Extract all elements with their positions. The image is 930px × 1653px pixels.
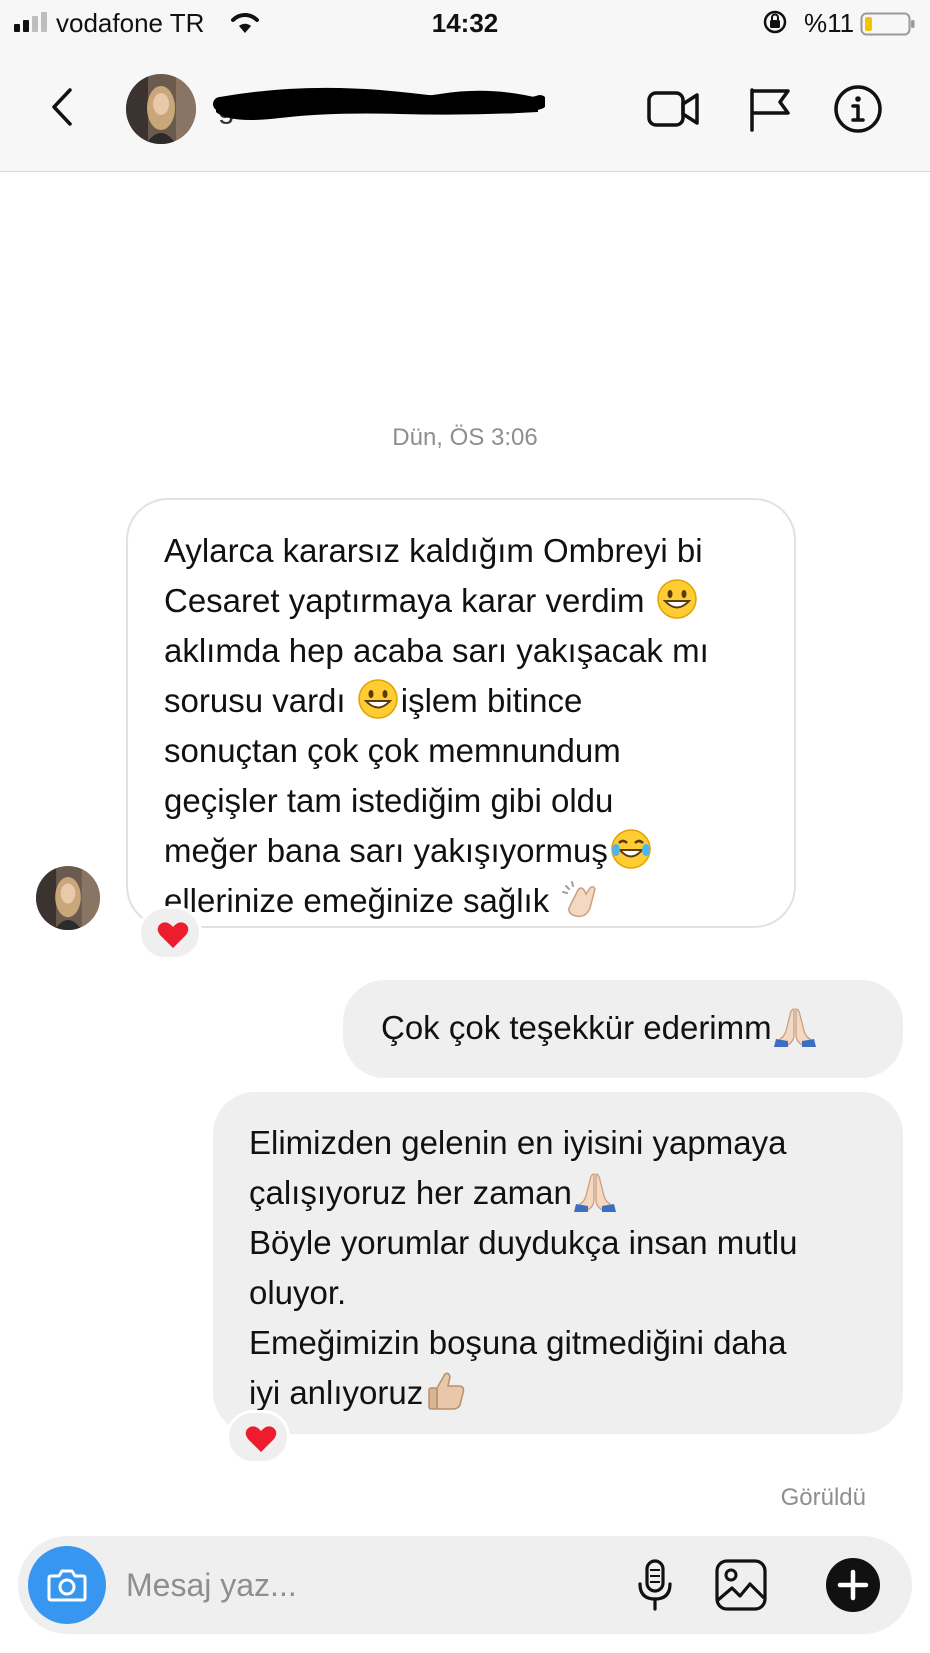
- flag-icon[interactable]: [742, 84, 798, 134]
- thumbs-up-icon: [428, 1372, 465, 1410]
- battery-percent: %11: [804, 8, 855, 38]
- camera-button[interactable]: [28, 1546, 106, 1624]
- clock: 14:32: [431, 8, 499, 38]
- battery-icon: [860, 12, 915, 36]
- message-line: iyi anlıyoruz: [249, 1368, 873, 1418]
- message-line: Emeğimizin boşuna gitmediğini daha: [249, 1324, 787, 1361]
- message-line: çalışıyoruz her zaman: [249, 1168, 873, 1218]
- heart-icon: [157, 922, 189, 948]
- chat-header: g n: [0, 46, 930, 172]
- message-line: Aylarca kararsız kaldığım Ombreyi bi: [164, 532, 703, 569]
- incoming-message[interactable]: Aylarca kararsız kaldığım Ombreyi bi Ces…: [126, 498, 796, 928]
- redaction-scribble: [213, 87, 545, 120]
- back-icon[interactable]: [44, 82, 84, 132]
- message-line: geçişler tam istediğim gibi oldu: [164, 782, 614, 819]
- message-line: Böyle yorumlar duydukça insan mutlu: [249, 1224, 798, 1261]
- message-line: oluyor.: [249, 1274, 347, 1311]
- info-icon[interactable]: [830, 84, 886, 134]
- message-timestamp: Dün, ÖS 3:06: [392, 424, 538, 451]
- message-line: sorusu vardı işlem bitince: [164, 676, 764, 726]
- folded-hands-icon: [773, 1008, 816, 1047]
- video-call-icon[interactable]: [646, 84, 702, 134]
- contact-avatar[interactable]: [126, 74, 196, 144]
- sender-avatar[interactable]: [36, 866, 100, 930]
- message-input[interactable]: [126, 1560, 596, 1610]
- message-line: Cesaret yaptırmaya karar verdim: [164, 576, 764, 626]
- grinning-face-icon: [656, 579, 697, 619]
- outgoing-message[interactable]: Elimizden gelenin en iyisini yapmaya çal…: [213, 1092, 903, 1434]
- message-line: ellerinize emeğinize sağlık: [164, 876, 764, 926]
- message-line: Elimizden gelenin en iyisini yapmaya: [249, 1124, 787, 1161]
- folded-hands-icon: [573, 1173, 616, 1212]
- seen-status: Görüldü: [780, 1484, 866, 1511]
- orientation-lock-icon: [763, 10, 787, 34]
- message-line: sonuçtan çok çok memnundum: [164, 732, 621, 769]
- heart-icon: [245, 1426, 277, 1452]
- status-bar: vodafone TR 14:32 %11: [0, 0, 930, 46]
- gallery-icon[interactable]: [712, 1556, 770, 1614]
- message-reaction[interactable]: [138, 906, 202, 960]
- camera-icon: [47, 1569, 87, 1602]
- message-line: Çok çok teşekkür ederimm: [381, 1003, 873, 1053]
- plus-icon[interactable]: [824, 1556, 882, 1614]
- message-line: aklımda hep acaba sarı yakışacak mı: [164, 632, 709, 669]
- tears-of-joy-icon: [611, 829, 651, 869]
- clapping-hands-icon: [562, 881, 597, 918]
- message-reaction[interactable]: [226, 1410, 290, 1464]
- message-composer: [18, 1536, 912, 1634]
- message-line: meğer bana sarı yakışıyormuş: [164, 826, 764, 876]
- outgoing-message[interactable]: Çok çok teşekkür ederimm: [343, 980, 903, 1078]
- microphone-icon[interactable]: [626, 1556, 684, 1614]
- grinning-face-icon: [358, 679, 398, 719]
